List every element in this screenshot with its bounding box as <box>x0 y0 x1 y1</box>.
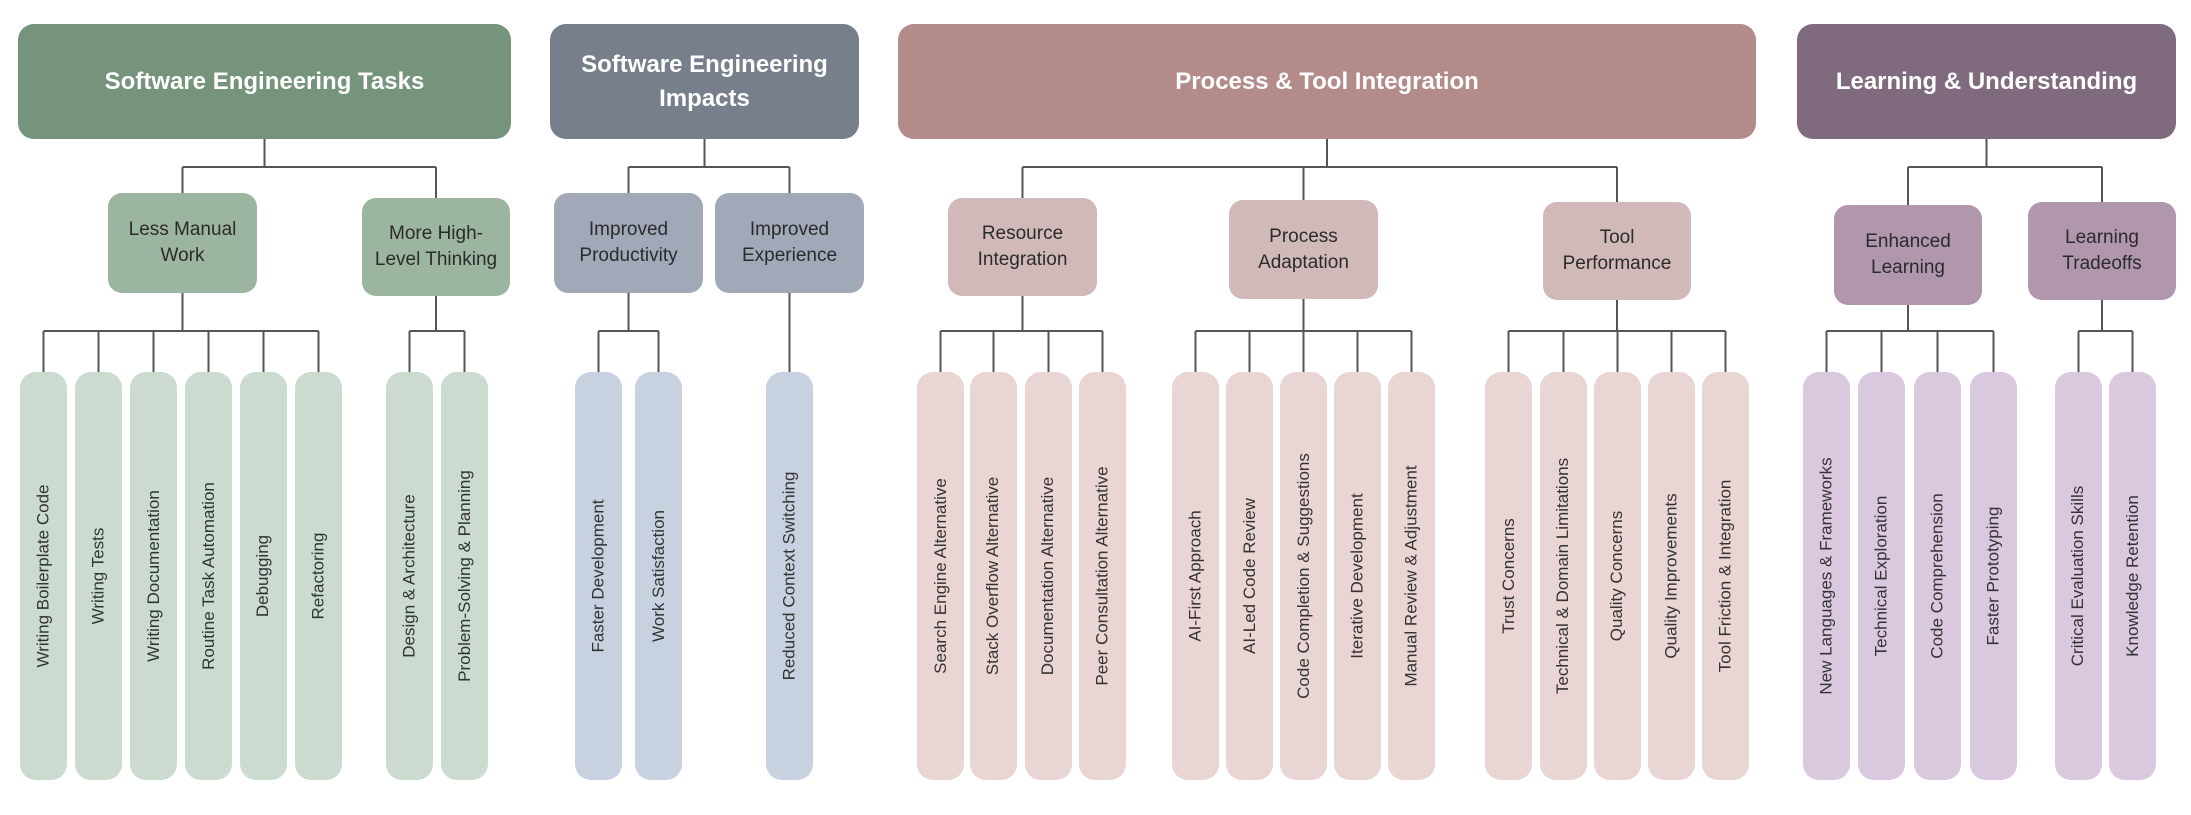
leaf-node: Search Engine Alternative <box>917 372 964 780</box>
subcategory-node: Tool Performance <box>1543 202 1691 300</box>
leaf-node: Manual Review & Adjustment <box>1388 372 1435 780</box>
category-header: Learning & Understanding <box>1797 24 2176 139</box>
category-header-label: Learning & Understanding <box>1835 67 2138 95</box>
subcategory-node: Resource Integration <box>948 198 1097 296</box>
leaf-node-label: Writing Tests <box>88 527 108 625</box>
leaf-node-label: Search Engine Alternative <box>930 478 950 674</box>
leaf-node-label: Peer Consultation Alternative <box>1092 466 1112 686</box>
leaf-node-label: Writing Boilerplate Code <box>33 484 53 668</box>
leaf-node-label: Tool Friction & Integration <box>1715 479 1735 673</box>
leaf-node-label: Debugging <box>253 534 273 618</box>
leaf-node: Debugging <box>240 372 287 780</box>
leaf-node: Technical Exploration <box>1858 372 1905 780</box>
subcategory-node-label: Improved Experience <box>741 219 838 266</box>
leaf-node: Work Satisfaction <box>635 372 682 780</box>
leaf-node: Problem-Solving & Planning <box>441 372 488 780</box>
leaf-node: New Languages & Frameworks <box>1803 372 1850 780</box>
category-header-label: Software Engineering Impacts <box>581 50 828 112</box>
leaf-node: Design & Architecture <box>386 372 433 780</box>
leaf-node-label: Technical Exploration <box>1871 495 1891 657</box>
category-header-label: Process & Tool Integration <box>1175 67 1479 95</box>
leaf-node: Critical Evaluation Skills <box>2055 372 2102 780</box>
category-header: Process & Tool Integration <box>898 24 1756 139</box>
leaf-node: Knowledge Retention <box>2109 372 2156 780</box>
subcategory-node-label: Improved Productivity <box>579 219 678 266</box>
leaf-node: Tool Friction & Integration <box>1702 372 1749 780</box>
category-header: Software Engineering Impacts <box>550 24 859 139</box>
leaf-node-label: Technical & Domain Limitations <box>1553 457 1573 695</box>
leaf-node-label: Routine Task Automation <box>198 482 218 670</box>
leaf-node: Stack Overflow Alternative <box>970 372 1017 780</box>
subcategory-node: Enhanced Learning <box>1834 205 1982 305</box>
leaf-node: Trust Concerns <box>1485 372 1532 780</box>
subcategory-node-label: Learning Tradeoffs <box>2062 227 2142 274</box>
leaf-node: AI-Led Code Review <box>1226 372 1273 780</box>
leaf-node-label: Faster Development <box>588 499 608 653</box>
subcategory-node-label: Resource Integration <box>977 223 1068 270</box>
leaf-node: Iterative Development <box>1334 372 1381 780</box>
leaf-node-label: AI-Led Code Review <box>1239 498 1259 654</box>
subcategory-node: Less Manual Work <box>108 193 257 293</box>
subcategory-node-label: Tool Performance <box>1562 227 1672 274</box>
leaf-node-label: Trust Concerns <box>1498 518 1518 634</box>
subcategory-node-label: Process Adaptation <box>1258 225 1349 273</box>
leaf-node-label: Design & Architecture <box>399 494 419 658</box>
leaf-node: AI-First Approach <box>1172 372 1219 780</box>
subcategory-node-label: More High-Level Thinking <box>374 223 498 270</box>
leaf-node: Quality Concerns <box>1594 372 1641 780</box>
subcategory-node-label: Enhanced Learning <box>1865 231 1951 278</box>
leaf-node-label: Critical Evaluation Skills <box>2068 485 2088 667</box>
leaf-node-label: Code Completion & Suggestions <box>1293 453 1313 699</box>
leaf-node: Peer Consultation Alternative <box>1079 372 1126 780</box>
leaf-node-label: Work Satisfaction <box>648 510 668 642</box>
leaf-node: Faster Development <box>575 372 622 780</box>
leaf-node: Writing Tests <box>75 372 122 780</box>
leaf-node-label: Reduced Context Switching <box>779 471 799 681</box>
leaf-node: Code Completion & Suggestions <box>1280 372 1327 780</box>
leaf-node-label: Writing Documentation <box>143 490 163 662</box>
leaf-node-label: Quality Concerns <box>1607 510 1627 642</box>
leaf-node-label: Stack Overflow Alternative <box>983 476 1003 676</box>
leaf-node: Refactoring <box>295 372 342 780</box>
leaf-node: Technical & Domain Limitations <box>1540 372 1587 780</box>
category-header-label: Software Engineering Tasks <box>104 67 425 95</box>
leaf-node: Documentation Alternative <box>1025 372 1072 780</box>
category-header: Software Engineering Tasks <box>18 24 511 139</box>
leaf-node-label: Faster Prototyping <box>1983 506 2003 646</box>
subcategory-node: Improved Experience <box>715 193 864 293</box>
leaf-node-label: Knowledge Retention <box>2122 495 2142 657</box>
leaf-node: Writing Documentation <box>130 372 177 780</box>
leaf-node-label: Iterative Development <box>1347 493 1367 659</box>
leaf-node-label: Manual Review & Adjustment <box>1401 465 1421 687</box>
leaf-node-label: Refactoring <box>308 532 328 620</box>
subcategory-node: Process Adaptation <box>1229 200 1378 299</box>
leaf-node: Quality Improvements <box>1648 372 1695 780</box>
leaf-node-label: Documentation Alternative <box>1038 476 1058 676</box>
leaf-node: Reduced Context Switching <box>766 372 813 780</box>
subcategory-node: More High-Level Thinking <box>362 198 510 296</box>
leaf-node-label: Quality Improvements <box>1661 493 1681 659</box>
leaf-node: Writing Boilerplate Code <box>20 372 67 780</box>
subcategory-node: Learning Tradeoffs <box>2028 202 2176 300</box>
leaf-node-label: Problem-Solving & Planning <box>454 470 474 682</box>
leaf-node-label: AI-First Approach <box>1185 510 1205 642</box>
leaf-node: Faster Prototyping <box>1970 372 2017 780</box>
subcategory-node-label: Less Manual Work <box>128 219 237 266</box>
leaf-node: Code Comprehension <box>1914 372 1961 780</box>
leaf-node-label: Code Comprehension <box>1927 493 1947 659</box>
subcategory-node: Improved Productivity <box>554 193 703 293</box>
leaf-node-label: New Languages & Frameworks <box>1816 457 1836 695</box>
leaf-node: Routine Task Automation <box>185 372 232 780</box>
